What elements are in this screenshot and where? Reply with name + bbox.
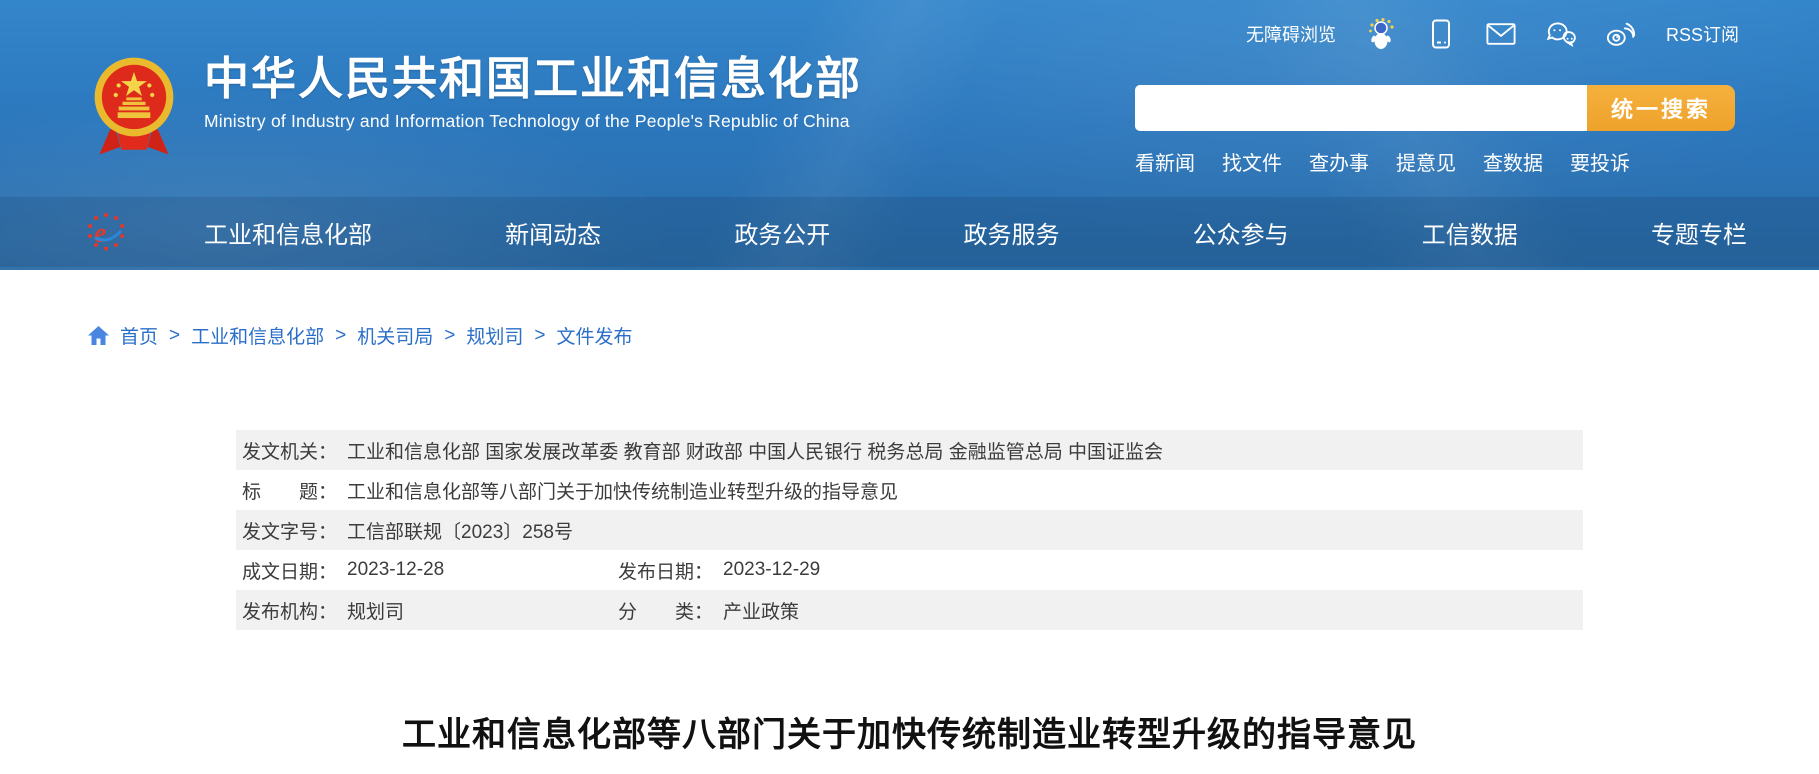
- quick-link-documents[interactable]: 找文件: [1222, 147, 1282, 176]
- meta-label: 成文日期：: [242, 557, 337, 584]
- home-icon[interactable]: [88, 326, 109, 345]
- breadcrumb-separator: >: [444, 325, 455, 347]
- meta-label: 标 题：: [242, 477, 337, 504]
- breadcrumb-departments[interactable]: 机关司局: [357, 322, 433, 349]
- breadcrumb-separator: >: [534, 325, 545, 347]
- meta-label: 发文机关：: [242, 437, 337, 464]
- site-title: 中华人民共和国工业和信息化部: [204, 52, 862, 106]
- svg-text:e: e: [94, 218, 106, 249]
- meta-label: 发文字号：: [242, 517, 337, 544]
- meta-value: 产业政策: [723, 597, 799, 624]
- site-subtitle: Ministry of Industry and Information Tec…: [204, 111, 862, 132]
- breadcrumb-separator: >: [169, 325, 180, 347]
- quick-link-feedback[interactable]: 提意见: [1396, 147, 1456, 176]
- breadcrumb: 首页 > 工业和信息化部 > 机关司局 > 规划司 > 文件发布: [88, 322, 633, 349]
- meta-label: 发布机构：: [242, 597, 337, 624]
- breadcrumb-miit[interactable]: 工业和信息化部: [191, 322, 324, 349]
- meta-row-document-number: 发文字号： 工信部联规〔2023〕258号: [236, 510, 1583, 550]
- meta-value: 2023-12-28: [347, 559, 444, 581]
- nav-item-gov-services[interactable]: 政务服务: [963, 215, 1059, 250]
- meta-value: 工信部联规〔2023〕258号: [347, 517, 573, 544]
- search-button[interactable]: 统一搜索: [1587, 85, 1735, 131]
- nav-item-gov-disclosure[interactable]: 政务公开: [734, 215, 830, 250]
- page: 无障碍浏览: [0, 0, 1819, 774]
- weibo-icon[interactable]: [1606, 18, 1636, 50]
- article-title: 工业和信息化部等八部门关于加快传统制造业转型升级的指导意见: [0, 707, 1819, 756]
- site-header: 无障碍浏览: [0, 0, 1819, 270]
- meta-value: 工业和信息化部 国家发展改革委 教育部 财政部 中国人民银行 税务总局 金融监管…: [347, 437, 1163, 464]
- nav-item-news[interactable]: 新闻动态: [505, 215, 601, 250]
- breadcrumb-separator: >: [335, 325, 346, 347]
- document-meta-table: 发文机关： 工业和信息化部 国家发展改革委 教育部 财政部 中国人民银行 税务总…: [236, 430, 1583, 630]
- accessibility-link[interactable]: 无障碍浏览: [1246, 21, 1336, 47]
- nav-item-special-topics[interactable]: 专题专栏: [1651, 215, 1747, 250]
- main-nav: e 工业和信息化部 新闻动态 政务公开 政务服务 公众参与 工信数据 专题专栏: [0, 197, 1819, 267]
- miit-e-logo-icon[interactable]: e: [86, 212, 126, 252]
- meta-row-dates: 成文日期： 2023-12-28 发布日期： 2023-12-29: [236, 550, 1583, 590]
- meta-value: 规划司: [347, 597, 404, 624]
- nav-item-miit[interactable]: 工业和信息化部: [204, 215, 372, 250]
- quick-link-services[interactable]: 查办事: [1309, 147, 1369, 176]
- mascot-icon[interactable]: [1366, 18, 1396, 50]
- quick-link-news[interactable]: 看新闻: [1135, 147, 1195, 176]
- breadcrumb-home[interactable]: 首页: [120, 322, 158, 349]
- meta-row-publisher-category: 发布机构： 规划司 分 类： 产业政策: [236, 590, 1583, 630]
- quick-link-data[interactable]: 查数据: [1483, 147, 1543, 176]
- meta-label: 分 类：: [618, 597, 713, 624]
- search-area: 统一搜索 看新闻 找文件 查办事 提意见 查数据 要投诉: [1135, 85, 1735, 176]
- meta-value: 工业和信息化部等八部门关于加快传统制造业转型升级的指导意见: [347, 477, 898, 504]
- quick-links: 看新闻 找文件 查办事 提意见 查数据 要投诉: [1135, 147, 1735, 176]
- nav-item-miit-data[interactable]: 工信数据: [1422, 215, 1518, 250]
- breadcrumb-document-release[interactable]: 文件发布: [557, 322, 633, 349]
- utility-bar: 无障碍浏览: [1246, 18, 1739, 50]
- mail-icon[interactable]: [1486, 18, 1516, 50]
- search-input[interactable]: [1135, 85, 1587, 131]
- national-emblem-icon: [86, 52, 182, 169]
- mobile-icon[interactable]: [1426, 18, 1456, 50]
- meta-label: 发布日期：: [618, 557, 713, 584]
- meta-value: 2023-12-29: [723, 559, 820, 581]
- nav-items: 工业和信息化部 新闻动态 政务公开 政务服务 公众参与 工信数据 专题专栏: [126, 215, 1819, 250]
- quick-link-complaint[interactable]: 要投诉: [1570, 147, 1630, 176]
- brand-text: 中华人民共和国工业和信息化部 Ministry of Industry and …: [204, 52, 862, 132]
- nav-item-public-participation[interactable]: 公众参与: [1193, 215, 1289, 250]
- meta-row-title: 标 题： 工业和信息化部等八部门关于加快传统制造业转型升级的指导意见: [236, 470, 1583, 510]
- brand[interactable]: 中华人民共和国工业和信息化部 Ministry of Industry and …: [86, 52, 862, 169]
- breadcrumb-planning-dept[interactable]: 规划司: [466, 322, 523, 349]
- wechat-icon[interactable]: [1546, 18, 1576, 50]
- meta-row-issuing-agencies: 发文机关： 工业和信息化部 国家发展改革委 教育部 财政部 中国人民银行 税务总…: [236, 430, 1583, 470]
- rss-link[interactable]: RSS订阅: [1666, 21, 1739, 47]
